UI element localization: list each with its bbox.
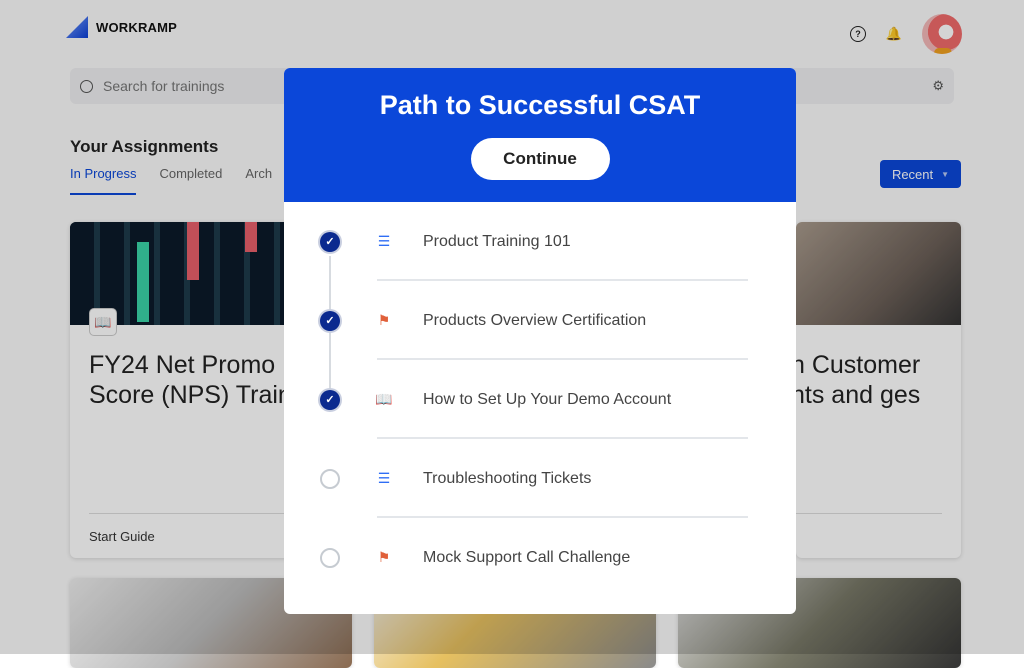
flag-icon: ⚑ <box>377 312 391 328</box>
step-label: Products Overview Certification <box>423 311 647 329</box>
empty-circle-icon <box>320 547 340 568</box>
list-item[interactable]: ☰ Troubleshooting Tickets <box>284 439 796 518</box>
check-icon: ✓ <box>320 231 340 252</box>
empty-circle-icon <box>320 468 340 489</box>
list-item[interactable]: ✓ ⚑ Products Overview Certification <box>284 281 796 360</box>
check-icon: ✓ <box>320 389 340 410</box>
step-label: Product Training 101 <box>423 232 571 250</box>
continue-button[interactable]: Continue <box>470 138 610 180</box>
step-label: How to Set Up Your Demo Account <box>423 390 672 408</box>
flag-icon: ⚑ <box>377 549 391 565</box>
check-icon: ✓ <box>320 310 340 331</box>
book-icon: 📖 <box>375 391 393 407</box>
step-list: ✓ ☰ Product Training 101 ✓ ⚑ Products Ov… <box>284 202 796 597</box>
step-label: Troubleshooting Tickets <box>423 469 592 487</box>
learning-path-modal: Path to Successful CSAT Continue ✓ ☰ Pro… <box>284 68 796 614</box>
list-item[interactable]: ⚑ Mock Support Call Challenge <box>284 518 796 597</box>
list-item[interactable]: ✓ 📖 How to Set Up Your Demo Account <box>284 360 796 439</box>
list-item[interactable]: ✓ ☰ Product Training 101 <box>284 202 796 281</box>
step-label: Mock Support Call Challenge <box>423 548 631 566</box>
list-icon: ☰ <box>377 233 391 249</box>
modal-header: Path to Successful CSAT Continue <box>284 68 796 202</box>
modal-title: Path to Successful CSAT <box>379 90 701 120</box>
list-icon: ☰ <box>377 470 391 486</box>
